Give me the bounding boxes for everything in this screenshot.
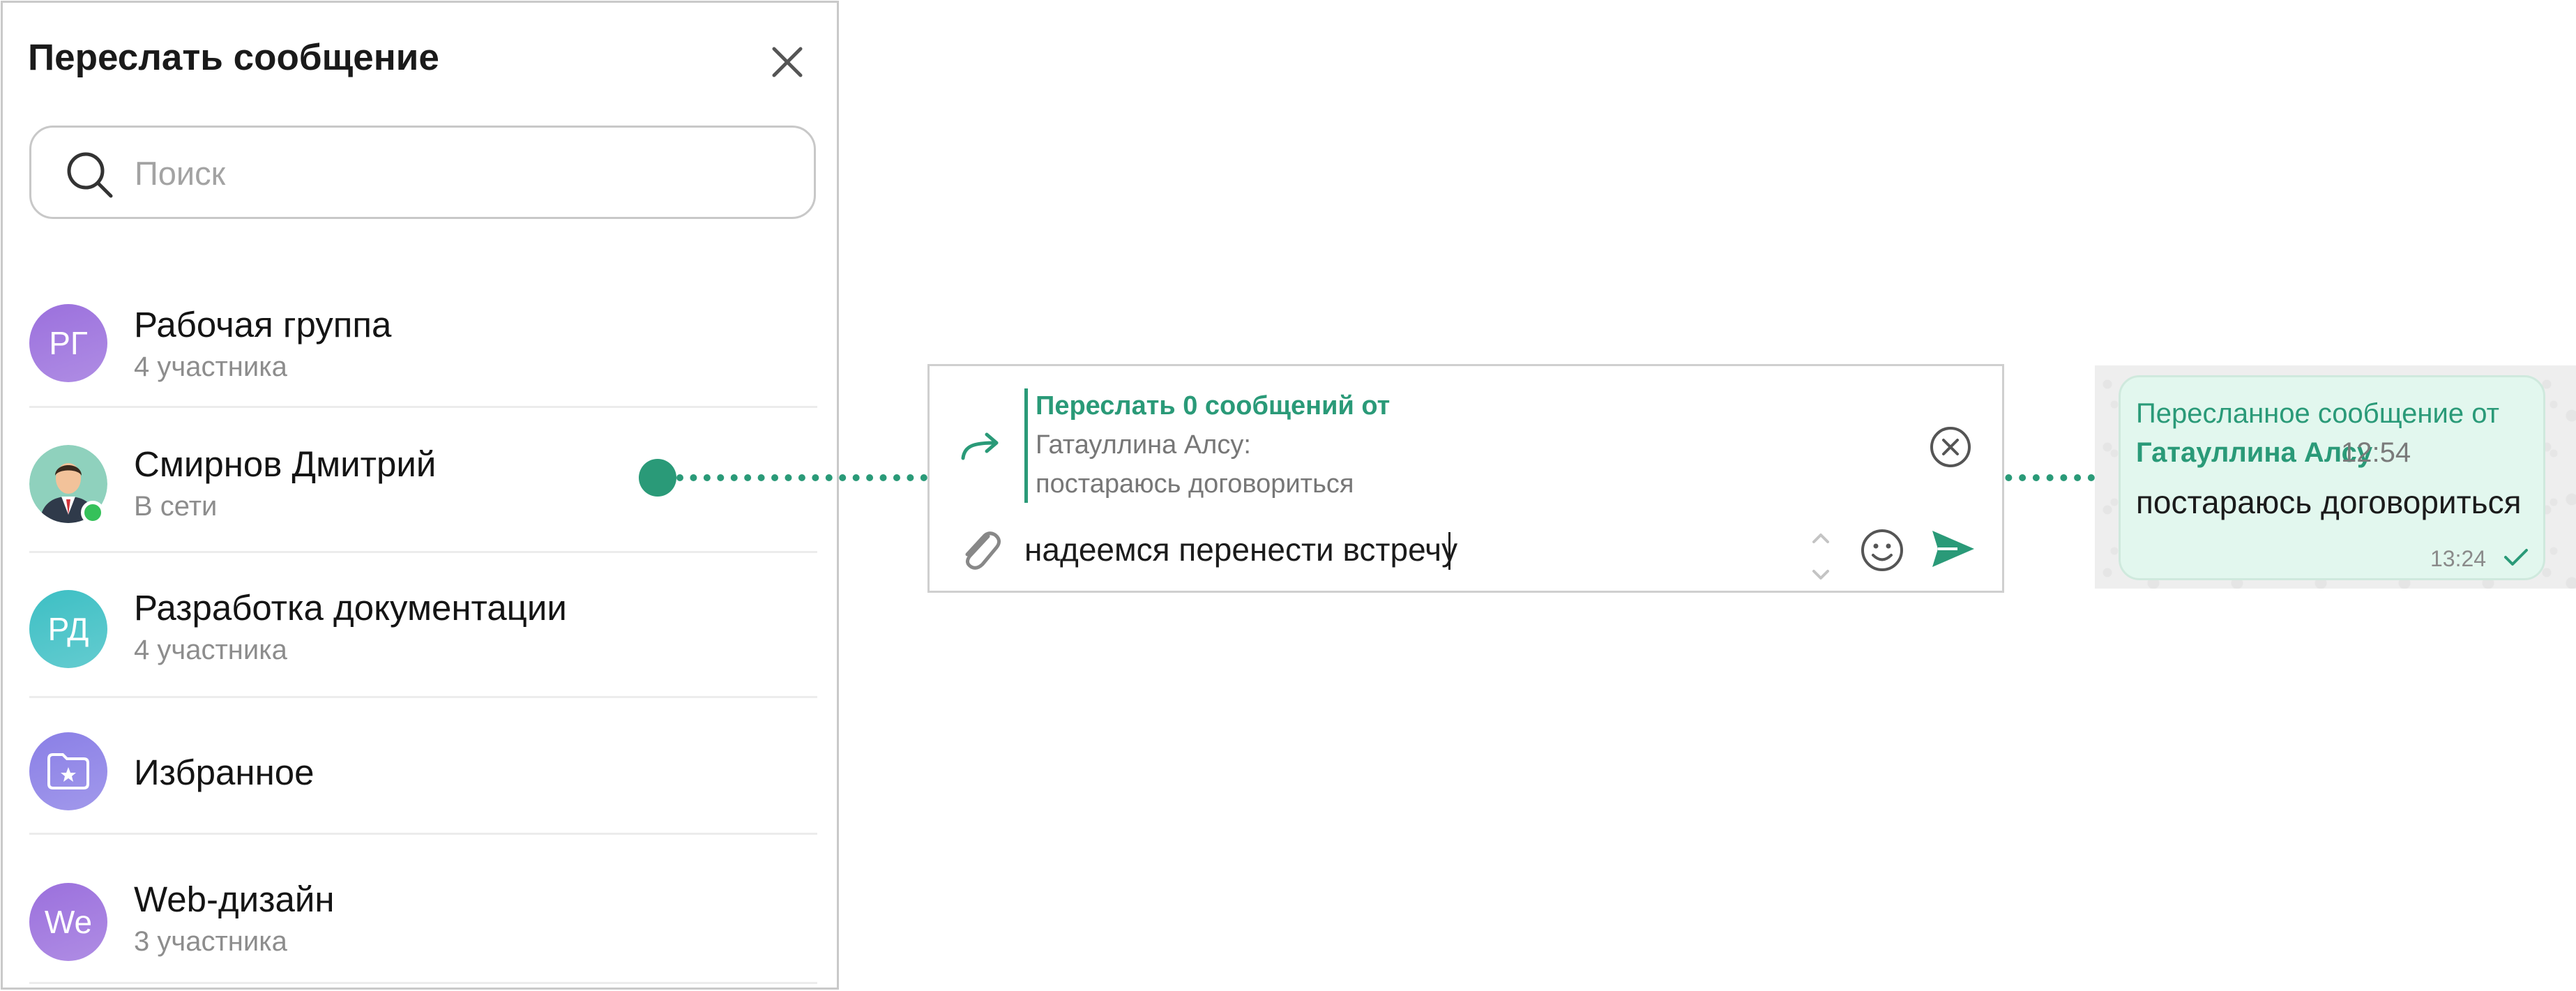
forward-title: Переслать 0 сообщений от: [1036, 391, 1391, 421]
connector-line: [676, 474, 927, 481]
dialog-title: Переслать сообщение: [28, 37, 439, 78]
forward-arrow-icon: [961, 432, 999, 460]
connector-dot: [639, 459, 676, 497]
chat-subtitle: 4 участника: [134, 351, 287, 382]
avatar-initials: We: [44, 904, 93, 940]
send-icon[interactable]: [1928, 524, 1978, 574]
chat-name: Web-дизайн: [134, 879, 335, 919]
cancel-forward-icon[interactable]: [1927, 423, 1974, 471]
chat-subtitle: 3 участника: [134, 926, 287, 957]
avatar: [29, 732, 107, 810]
avatar: We: [29, 883, 107, 961]
chat-background: Пересланное сообщение от Гатауллина Алсу…: [2095, 365, 2576, 589]
avatar: РГ: [29, 304, 107, 382]
chat-item-razrabotka-dokumentacii[interactable]: РД Разработка документации 4 участника: [3, 558, 837, 703]
folder-star-icon: [47, 753, 89, 789]
divider: [29, 982, 817, 984]
forwarded-label: Пересланное сообщение от: [2136, 398, 2499, 429]
search-box[interactable]: [29, 126, 816, 219]
chat-item-izbrannoe[interactable]: Избранное: [3, 703, 837, 840]
forwarded-message-bubble[interactable]: Пересланное сообщение от Гатауллина Алсу…: [2119, 375, 2545, 580]
search-input[interactable]: [135, 142, 783, 204]
online-status-dot: [81, 501, 105, 524]
chat-subtitle: В сети: [134, 491, 218, 522]
message-composer: Переслать 0 сообщений от Гатауллина Алсу…: [927, 364, 2004, 593]
divider: [29, 551, 817, 553]
search-icon: [67, 152, 113, 198]
chat-name: Рабочая группа: [134, 305, 392, 345]
chat-name: Смирнов Дмитрий: [134, 444, 437, 484]
chat-item-smirnov-dmitriy[interactable]: Смирнов Дмитрий В сети: [3, 413, 837, 558]
forward-quote-bar: [1024, 388, 1028, 503]
divider: [29, 406, 817, 408]
chat-name: Разработка документации: [134, 588, 567, 628]
message-time: 13:24: [2430, 546, 2487, 571]
forwarded-author: Гатауллина Алсу: [2136, 437, 2373, 468]
attach-icon[interactable]: [952, 521, 1008, 577]
chat-item-rabochaya-gruppa[interactable]: РГ Рабочая группа 4 участника: [3, 273, 837, 413]
divider: [29, 833, 817, 835]
chat-subtitle: 4 участника: [134, 635, 287, 665]
chat-name: Избранное: [134, 752, 315, 792]
expand-input-icon[interactable]: [1805, 527, 1836, 587]
divider: [29, 696, 817, 698]
avatar: РД: [29, 590, 107, 668]
original-time: 12:54: [2341, 437, 2411, 468]
message-text: постараюсь договориться: [2136, 484, 2522, 520]
sent-check-icon: [2504, 549, 2528, 566]
text-cursor: [1448, 532, 1450, 570]
close-icon[interactable]: [763, 38, 812, 86]
forward-author: Гатауллина Алсу:: [1036, 430, 1251, 460]
forward-dialog: Переслать сообщение РГ Рабочая группа 4 …: [1, 1, 839, 990]
chat-item-web-dizain[interactable]: We Web-дизайн 3 участника: [3, 840, 837, 984]
avatar-initials: РД: [47, 611, 89, 647]
forward-text: постараюсь договориться: [1036, 469, 1354, 499]
avatar-initials: РГ: [49, 325, 88, 361]
emoji-icon[interactable]: [1857, 525, 1907, 575]
message-input[interactable]: [1024, 528, 1638, 571]
